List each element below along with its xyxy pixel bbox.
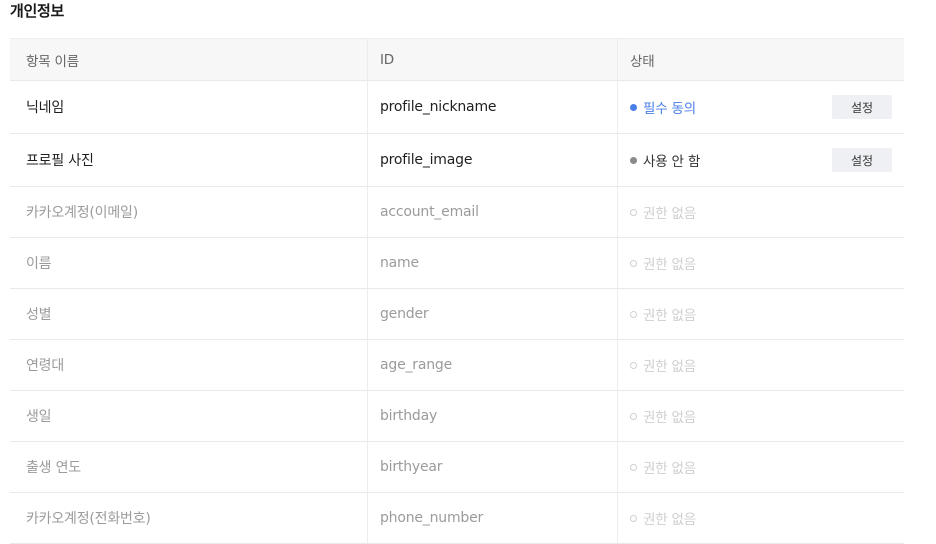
status-badge: 권한 없음 <box>630 355 696 375</box>
privacy-table: 항목 이름 ID 상태 닉네임 profile_nickname 필수 동의 설… <box>10 38 904 544</box>
status-dot-icon <box>630 156 637 164</box>
row-status-cell: 권한 없음 <box>618 289 904 339</box>
table-row: 카카오계정(전화번호) phone_number 권한 없음 <box>10 493 904 544</box>
status-badge: 권한 없음 <box>630 406 696 426</box>
status-badge: 권한 없음 <box>630 253 696 273</box>
status-badge: 필수 동의 <box>630 97 696 117</box>
table-row: 생일 birthday 권한 없음 <box>10 391 904 442</box>
row-name: 생일 <box>10 391 368 441</box>
table-row: 이름 name 권한 없음 <box>10 238 904 289</box>
header-name: 항목 이름 <box>10 39 368 80</box>
header-status: 상태 <box>630 53 655 70</box>
status-circle-icon <box>630 208 637 216</box>
header-id: ID <box>368 39 618 80</box>
row-status-cell: 권한 없음 <box>618 238 904 288</box>
set-button-profile-image[interactable]: 설정 <box>832 148 892 172</box>
status-circle-icon <box>630 412 637 420</box>
status-badge: 권한 없음 <box>630 457 696 477</box>
table-row: 성별 gender 권한 없음 <box>10 289 904 340</box>
table-row: 카카오계정(이메일) account_email 권한 없음 <box>10 187 904 238</box>
row-id: profile_image <box>368 134 618 186</box>
status-circle-icon <box>630 514 637 522</box>
row-status-cell: 권한 없음 <box>618 187 904 237</box>
table-header: 항목 이름 ID 상태 <box>10 38 904 81</box>
row-name: 출생 연도 <box>10 442 368 492</box>
row-name: 닉네임 <box>10 81 368 133</box>
row-status-cell: 권한 없음 <box>618 391 904 441</box>
status-circle-icon <box>630 361 637 369</box>
status-text: 권한 없음 <box>643 512 696 528</box>
status-text: 권한 없음 <box>643 206 696 222</box>
table-row: 닉네임 profile_nickname 필수 동의 설정 <box>10 81 904 134</box>
status-badge: 권한 없음 <box>630 508 696 528</box>
set-button-profile-nickname[interactable]: 설정 <box>832 95 892 119</box>
status-circle-icon <box>630 310 637 318</box>
section-title: 개인정보 <box>10 2 65 20</box>
row-id: birthday <box>368 391 618 441</box>
row-name: 성별 <box>10 289 368 339</box>
row-name: 프로필 사진 <box>10 134 368 186</box>
table-row: 연령대 age_range 권한 없음 <box>10 340 904 391</box>
status-badge: 권한 없음 <box>630 304 696 324</box>
status-text: 사용 안 함 <box>643 154 701 170</box>
status-badge: 사용 안 함 <box>630 150 700 170</box>
row-status-cell: 권한 없음 <box>618 442 904 492</box>
row-status-cell: 필수 동의 설정 <box>618 81 904 133</box>
row-name: 연령대 <box>10 340 368 390</box>
status-text: 권한 없음 <box>643 257 696 273</box>
status-text: 권한 없음 <box>643 359 696 375</box>
row-name: 이름 <box>10 238 368 288</box>
row-status-cell: 사용 안 함 설정 <box>618 134 904 186</box>
row-id: account_email <box>368 187 618 237</box>
status-text: 권한 없음 <box>643 410 696 426</box>
row-id: name <box>368 238 618 288</box>
table-row: 출생 연도 birthyear 권한 없음 <box>10 442 904 493</box>
table-row: 프로필 사진 profile_image 사용 안 함 설정 <box>10 134 904 187</box>
status-circle-icon <box>630 463 637 471</box>
status-dot-icon <box>630 103 637 111</box>
row-id: profile_nickname <box>368 81 618 133</box>
status-text: 권한 없음 <box>643 461 696 477</box>
status-text: 필수 동의 <box>643 101 696 117</box>
status-circle-icon <box>630 259 637 267</box>
row-id: age_range <box>368 340 618 390</box>
status-badge: 권한 없음 <box>630 202 696 222</box>
status-text: 권한 없음 <box>643 308 696 324</box>
row-name: 카카오계정(이메일) <box>10 187 368 237</box>
row-id: birthyear <box>368 442 618 492</box>
row-status-cell: 권한 없음 <box>618 340 904 390</box>
row-id: gender <box>368 289 618 339</box>
